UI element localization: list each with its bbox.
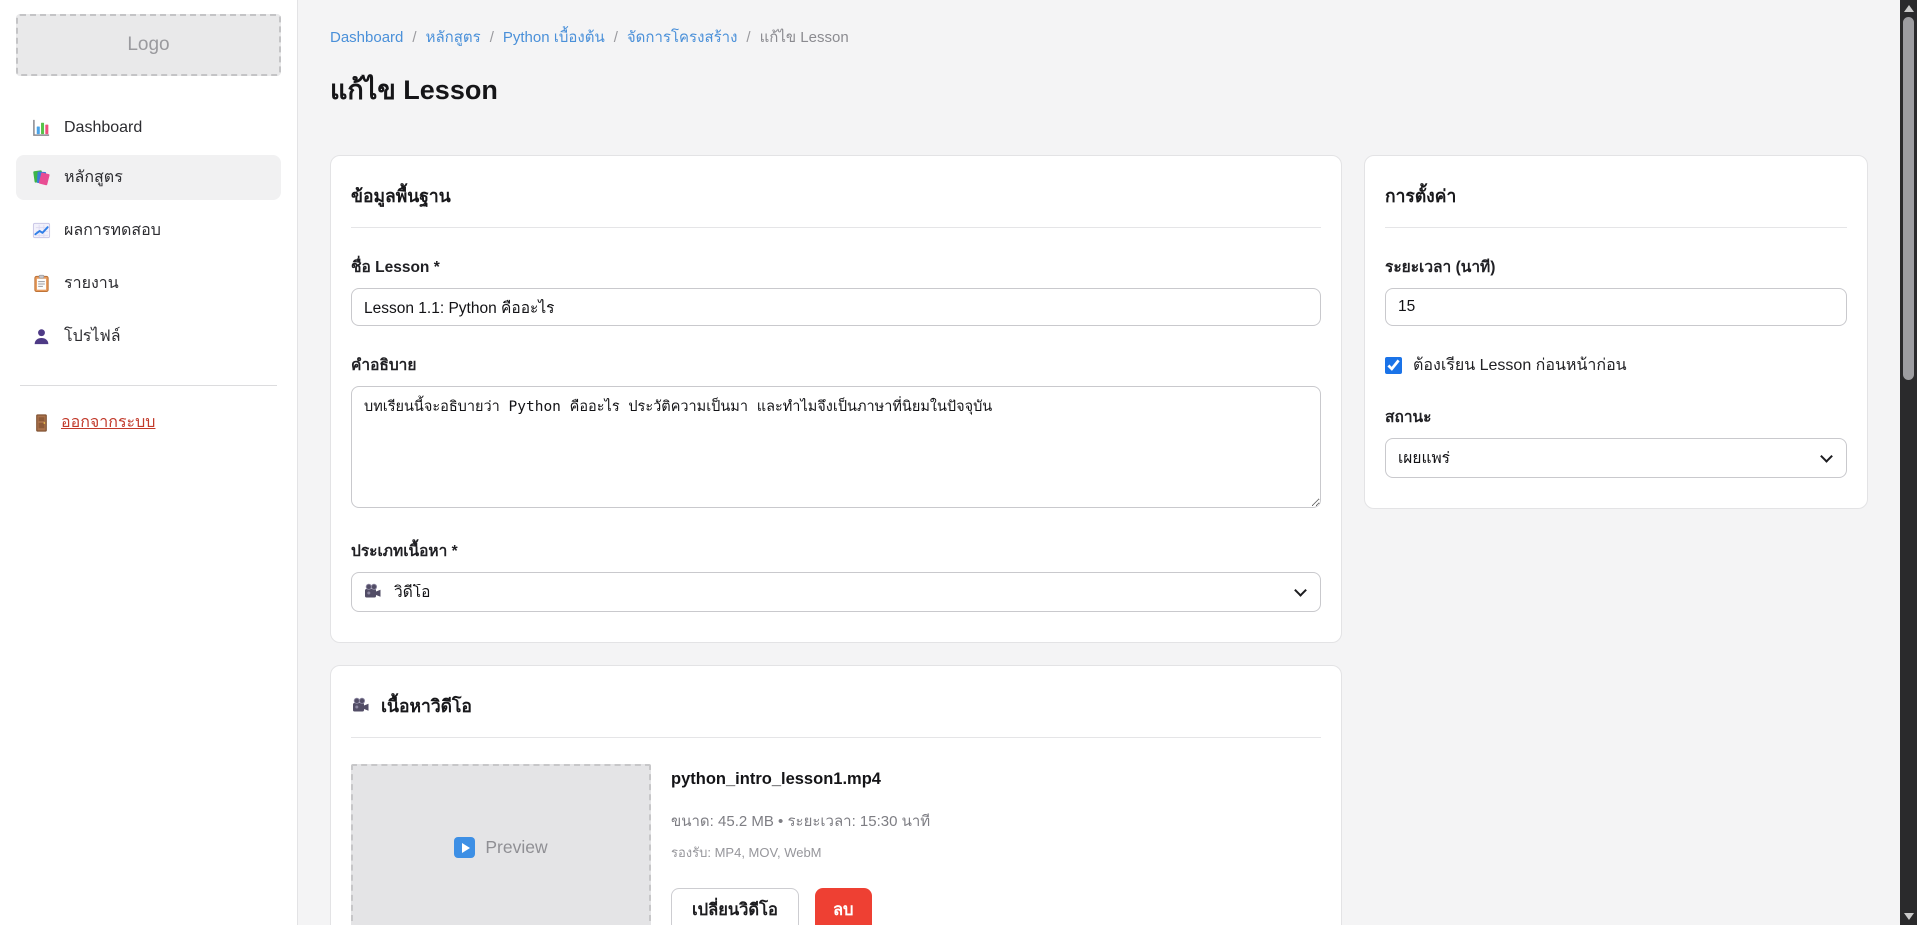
sidebar-item-test-results[interactable]: ผลการทดสอบ (16, 208, 281, 253)
settings-card: การตั้งค่า ระยะเวลา (นาที) ต้องเรียน Les… (1364, 155, 1868, 509)
change-video-button[interactable]: เปลี่ยนวิดีโอ (671, 888, 799, 925)
movie-camera-icon (351, 696, 371, 716)
sidebar-item-label: โปรไฟล์ (64, 324, 121, 349)
video-preview-placeholder[interactable]: Preview (351, 764, 651, 925)
sidebar-item-label: ผลการทดสอบ (64, 218, 161, 243)
prerequisite-label: ต้องเรียน Lesson ก่อนหน้าก่อน (1413, 353, 1627, 378)
description-textarea[interactable]: บทเรียนนี้จะอธิบายว่า Python คืออะไร ประ… (351, 386, 1321, 508)
video-card-title-text: เนื้อหาวิดีโอ (381, 692, 472, 720)
video-file-info: python_intro_lesson1.mp4 ขนาด: 45.2 MB •… (671, 764, 930, 925)
play-icon (454, 837, 475, 858)
status-select[interactable]: เผยแพร่ (1385, 438, 1847, 478)
lesson-name-input[interactable] (351, 288, 1321, 326)
status-select-wrap: เผยแพร่ (1385, 438, 1847, 478)
sidebar-nav: Dashboard หลักสูตร ผลการทดสอบ (16, 108, 281, 359)
description-label: คำอธิบาย (351, 352, 1321, 377)
breadcrumb-link-structure[interactable]: จัดการโครงสร้าง (627, 25, 738, 49)
breadcrumb-link-course-python[interactable]: Python เบื้องต้น (503, 25, 605, 49)
sidebar-item-profile[interactable]: โปรไฟล์ (16, 314, 281, 359)
card-divider (351, 737, 1321, 738)
video-formats: รองรับ: MP4, MOV, WebM (671, 842, 930, 863)
video-content-card: เนื้อหาวิดีโอ Preview python_intro_lesso… (330, 665, 1342, 925)
video-filename: python_intro_lesson1.mp4 (671, 770, 930, 789)
sidebar-item-label: หลักสูตร (64, 165, 123, 190)
sidebar: Logo Dashboard หลักสูตร (0, 0, 298, 925)
card-divider (1385, 227, 1847, 228)
basic-info-card: ข้อมูลพื้นฐาน ชื่อ Lesson * คำอธิบาย บทเ… (330, 155, 1342, 643)
delete-video-button[interactable]: ลบ (815, 888, 872, 925)
person-icon (32, 327, 51, 346)
breadcrumb-current: แก้ไข Lesson (760, 25, 849, 49)
breadcrumb-separator: / (746, 29, 750, 46)
books-icon (32, 168, 51, 187)
breadcrumb: Dashboard / หลักสูตร / Python เบื้องต้น … (330, 25, 1868, 49)
prerequisite-checkbox[interactable] (1385, 357, 1402, 374)
logo-text: Logo (127, 34, 169, 56)
main-content: Dashboard / หลักสูตร / Python เบื้องต้น … (298, 0, 1900, 925)
chart-up-icon (32, 221, 51, 240)
page-title: แก้ไข Lesson (330, 68, 1868, 111)
duration-input[interactable] (1385, 288, 1847, 326)
breadcrumb-link-courses[interactable]: หลักสูตร (426, 25, 481, 49)
scrollbar-up-arrow-icon[interactable] (1904, 5, 1914, 12)
logout-label: ออกจากระบบ (61, 410, 155, 435)
duration-label: ระยะเวลา (นาที) (1385, 254, 1847, 279)
breadcrumb-separator: / (614, 29, 618, 46)
logout-link[interactable]: ออกจากระบบ (32, 410, 155, 435)
video-body: Preview python_intro_lesson1.mp4 ขนาด: 4… (351, 764, 1321, 925)
breadcrumb-separator: / (412, 29, 416, 46)
sidebar-item-label: รายงาน (64, 271, 119, 296)
sidebar-item-courses[interactable]: หลักสูตร (16, 155, 281, 200)
sidebar-divider (20, 385, 277, 386)
content-type-label: ประเภทเนื้อหา * (351, 538, 1321, 563)
breadcrumb-link-dashboard[interactable]: Dashboard (330, 29, 403, 46)
sidebar-item-reports[interactable]: รายงาน (16, 261, 281, 306)
content-type-select-wrap: วิดีโอ (351, 572, 1321, 612)
bar-chart-icon (32, 118, 51, 137)
door-icon (32, 413, 51, 432)
content-type-select[interactable]: วิดีโอ (351, 572, 1321, 612)
scrollbar-down-arrow-icon[interactable] (1904, 913, 1914, 920)
page-scrollbar[interactable] (1900, 0, 1917, 925)
prerequisite-row: ต้องเรียน Lesson ก่อนหน้าก่อน (1385, 353, 1847, 378)
clipboard-icon (32, 274, 51, 293)
sidebar-item-dashboard[interactable]: Dashboard (16, 108, 281, 147)
lesson-name-label: ชื่อ Lesson * (351, 254, 1321, 279)
sidebar-item-label: Dashboard (64, 119, 142, 137)
settings-title: การตั้งค่า (1385, 182, 1847, 210)
status-label: สถานะ (1385, 404, 1847, 429)
video-meta: ขนาด: 45.2 MB • ระยะเวลา: 15:30 นาที (671, 809, 930, 833)
card-divider (351, 227, 1321, 228)
video-actions: เปลี่ยนวิดีโอ ลบ (671, 888, 930, 925)
basic-info-title: ข้อมูลพื้นฐาน (351, 182, 1321, 210)
video-card-title: เนื้อหาวิดีโอ (351, 692, 1321, 720)
logo-placeholder: Logo (16, 14, 281, 76)
preview-label: Preview (485, 837, 547, 858)
breadcrumb-separator: / (490, 29, 494, 46)
content-grid: ข้อมูลพื้นฐาน ชื่อ Lesson * คำอธิบาย บทเ… (330, 155, 1868, 925)
scrollbar-thumb[interactable] (1903, 17, 1914, 380)
